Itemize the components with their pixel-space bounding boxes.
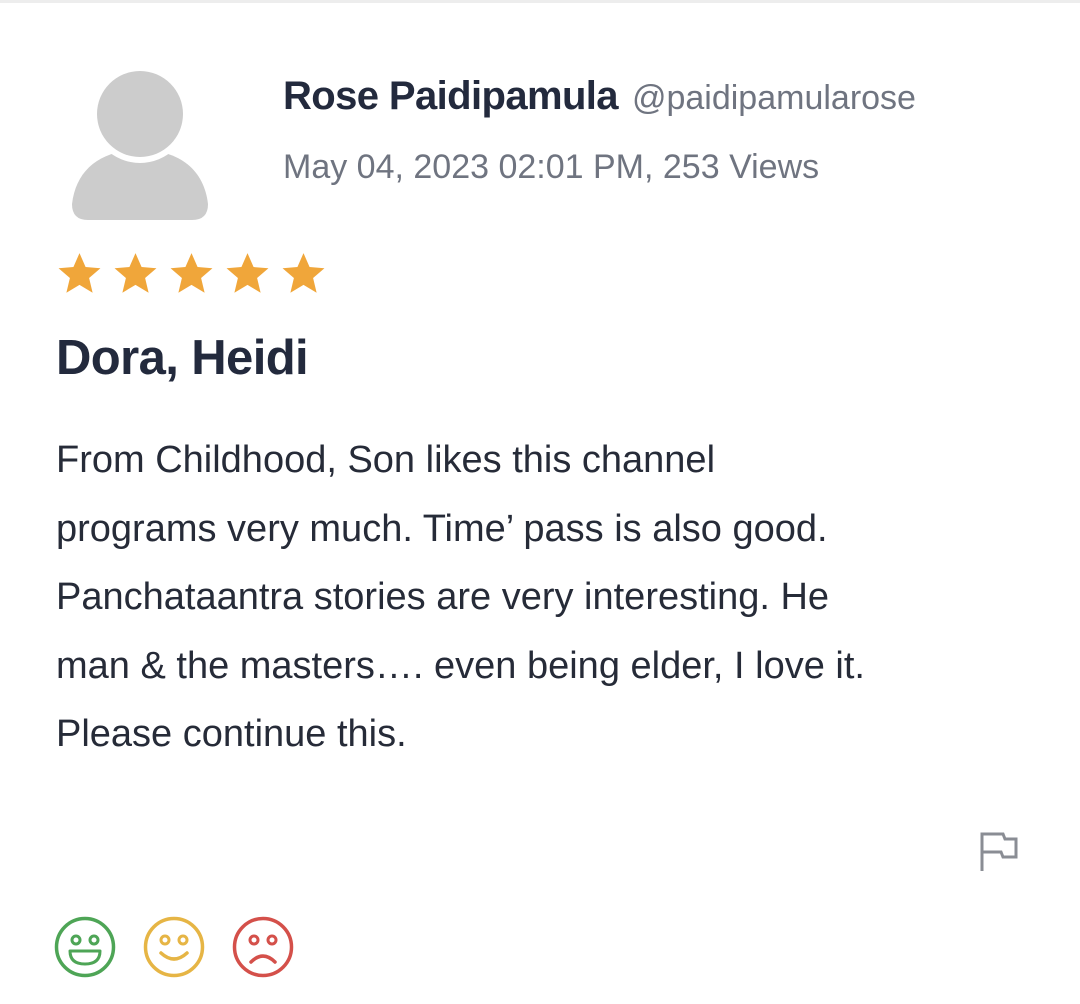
star-icon xyxy=(58,253,101,293)
reaction-buttons xyxy=(54,916,294,978)
default-user-avatar-icon[interactable] xyxy=(72,68,208,220)
neutral-smile-face-icon[interactable] xyxy=(143,916,205,978)
review-body-line: From Childhood, Son likes this channel xyxy=(56,439,716,481)
review-body-line: man & the masters…. even being elder, I … xyxy=(56,644,865,687)
author-handle[interactable]: @paidipamularose xyxy=(632,79,916,118)
review-body: From Childhood, Son likes this channel p… xyxy=(56,426,1056,769)
star-icon xyxy=(226,253,269,293)
flag-icon[interactable] xyxy=(978,829,1020,873)
top-divider xyxy=(0,0,1080,3)
star-icon xyxy=(114,253,157,293)
star-icon xyxy=(282,253,325,293)
review-title: Dora, Heidi xyxy=(56,331,309,385)
author-name[interactable]: Rose Paidipamula xyxy=(283,74,619,119)
sad-face-icon[interactable] xyxy=(232,916,294,978)
review-body-line: Please continue this. xyxy=(56,713,407,755)
star-icon xyxy=(170,253,213,293)
happy-face-icon[interactable] xyxy=(54,916,116,978)
author-line: Rose Paidipamula @paidipamularose xyxy=(283,74,916,118)
review-meta: May 04, 2023 02:01 PM, 253 Views xyxy=(283,148,820,186)
review-body-line: programs very much. Time’ pass is also g… xyxy=(56,507,828,550)
review-body-line: Panchataantra stories are very interesti… xyxy=(56,576,830,618)
star-rating xyxy=(56,250,327,297)
